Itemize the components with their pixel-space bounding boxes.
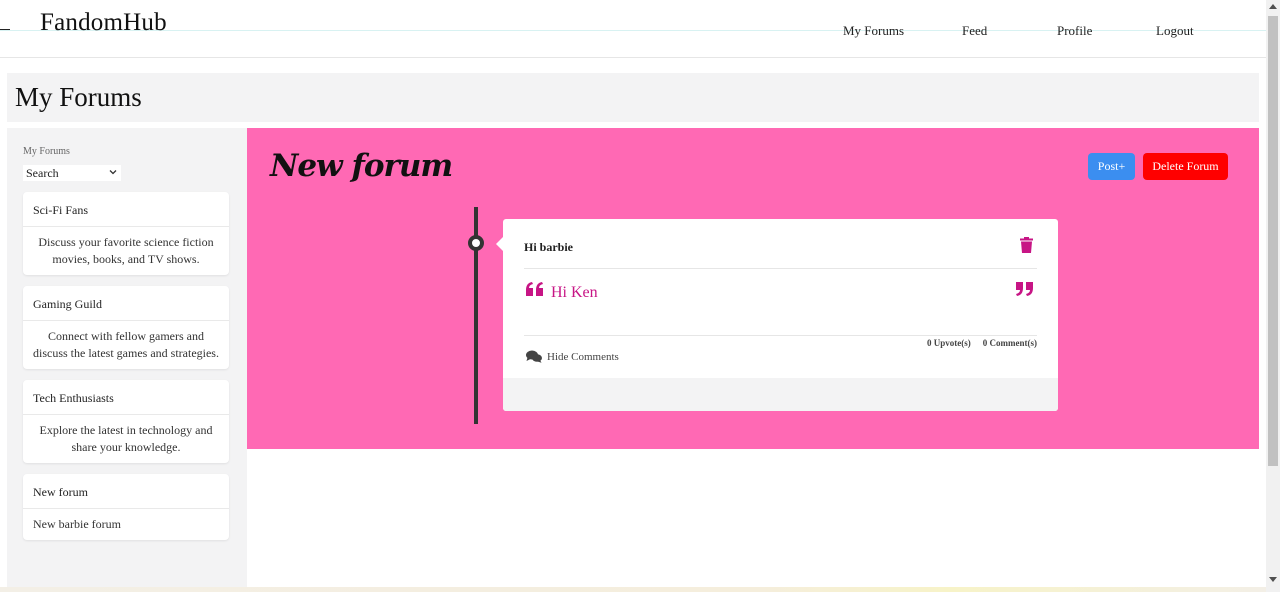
post-divider-bottom: [524, 335, 1037, 336]
forum-card-description: New barbie forum: [33, 517, 121, 531]
forums-sidebar: My Forums Search Sci-Fi Fans Discuss you…: [7, 128, 247, 588]
timeline-dot: [468, 235, 484, 251]
comments-icon: [526, 350, 542, 363]
forum-card-description: Explore the latest in technology and sha…: [39, 423, 213, 454]
scrollbar-thumb[interactable]: [1268, 16, 1278, 466]
forum-card-description: Connect with fellow gamers and discuss t…: [33, 329, 219, 360]
page-scrollbar[interactable]: [1266, 0, 1280, 592]
scroll-down-arrow[interactable]: [1269, 577, 1277, 582]
forum-title: New forum: [270, 148, 453, 184]
delete-forum-button[interactable]: Delete Forum: [1143, 153, 1228, 180]
forum-card-sci-fi[interactable]: Sci-Fi Fans Discuss your favorite scienc…: [23, 192, 229, 275]
forum-card-tech[interactable]: Tech Enthusiasts Explore the latest in t…: [23, 380, 229, 463]
forum-card-title: Tech Enthusiasts: [23, 380, 229, 415]
forum-card-description: Discuss your favorite science fiction mo…: [38, 235, 214, 266]
forum-card-title: Gaming Guild: [23, 286, 229, 321]
forum-search-select[interactable]: Search: [23, 165, 121, 181]
page-title-bar: My Forums: [7, 73, 1259, 122]
navbar-edge-mark: [0, 29, 10, 30]
forum-card-title: Sci-Fi Fans: [23, 192, 229, 227]
nav-feed[interactable]: Feed: [962, 23, 987, 39]
post-divider: [524, 268, 1037, 269]
brand-logo[interactable]: FandomHub: [40, 9, 167, 37]
bottom-edge: [0, 587, 1266, 592]
forum-card-title: New forum: [23, 474, 229, 509]
quote-left-icon: [526, 282, 543, 296]
scroll-up-arrow[interactable]: [1269, 4, 1277, 9]
quote-right-icon: [1016, 282, 1033, 296]
post-body: Hi Ken: [551, 284, 598, 301]
sidebar-label: My Forums: [23, 146, 70, 157]
select-value: Search: [26, 166, 59, 180]
nav-my-forums[interactable]: My Forums: [843, 23, 904, 39]
upvote-count[interactable]: 0 Upvote(s): [927, 338, 971, 348]
page-title: My Forums: [15, 82, 142, 112]
comments-section: [503, 378, 1058, 411]
forum-panel: New forum Post+ Delete Forum Hi barbie H…: [247, 128, 1259, 449]
post-title: Hi barbie: [524, 240, 574, 254]
chevron-down-icon: [109, 170, 117, 175]
top-navbar: FandomHub My Forums Feed Profile Logout: [0, 0, 1266, 58]
forum-card-new[interactable]: New forum New barbie forum: [23, 474, 229, 540]
post-stats: 0 Upvote(s) 0 Comment(s): [927, 338, 1037, 348]
post-card: Hi barbie Hi Ken 0 Upvote(s) 0 Comment(s): [503, 219, 1058, 411]
comment-count: 0 Comment(s): [982, 338, 1037, 348]
hide-comments-label: Hide Comments: [547, 351, 619, 363]
hide-comments-toggle[interactable]: Hide Comments: [526, 350, 619, 363]
trash-icon[interactable]: [1020, 237, 1033, 253]
nav-logout[interactable]: Logout: [1156, 23, 1194, 39]
post-button[interactable]: Post+: [1088, 153, 1135, 180]
forum-card-gaming[interactable]: Gaming Guild Connect with fellow gamers …: [23, 286, 229, 369]
nav-profile[interactable]: Profile: [1057, 23, 1092, 39]
